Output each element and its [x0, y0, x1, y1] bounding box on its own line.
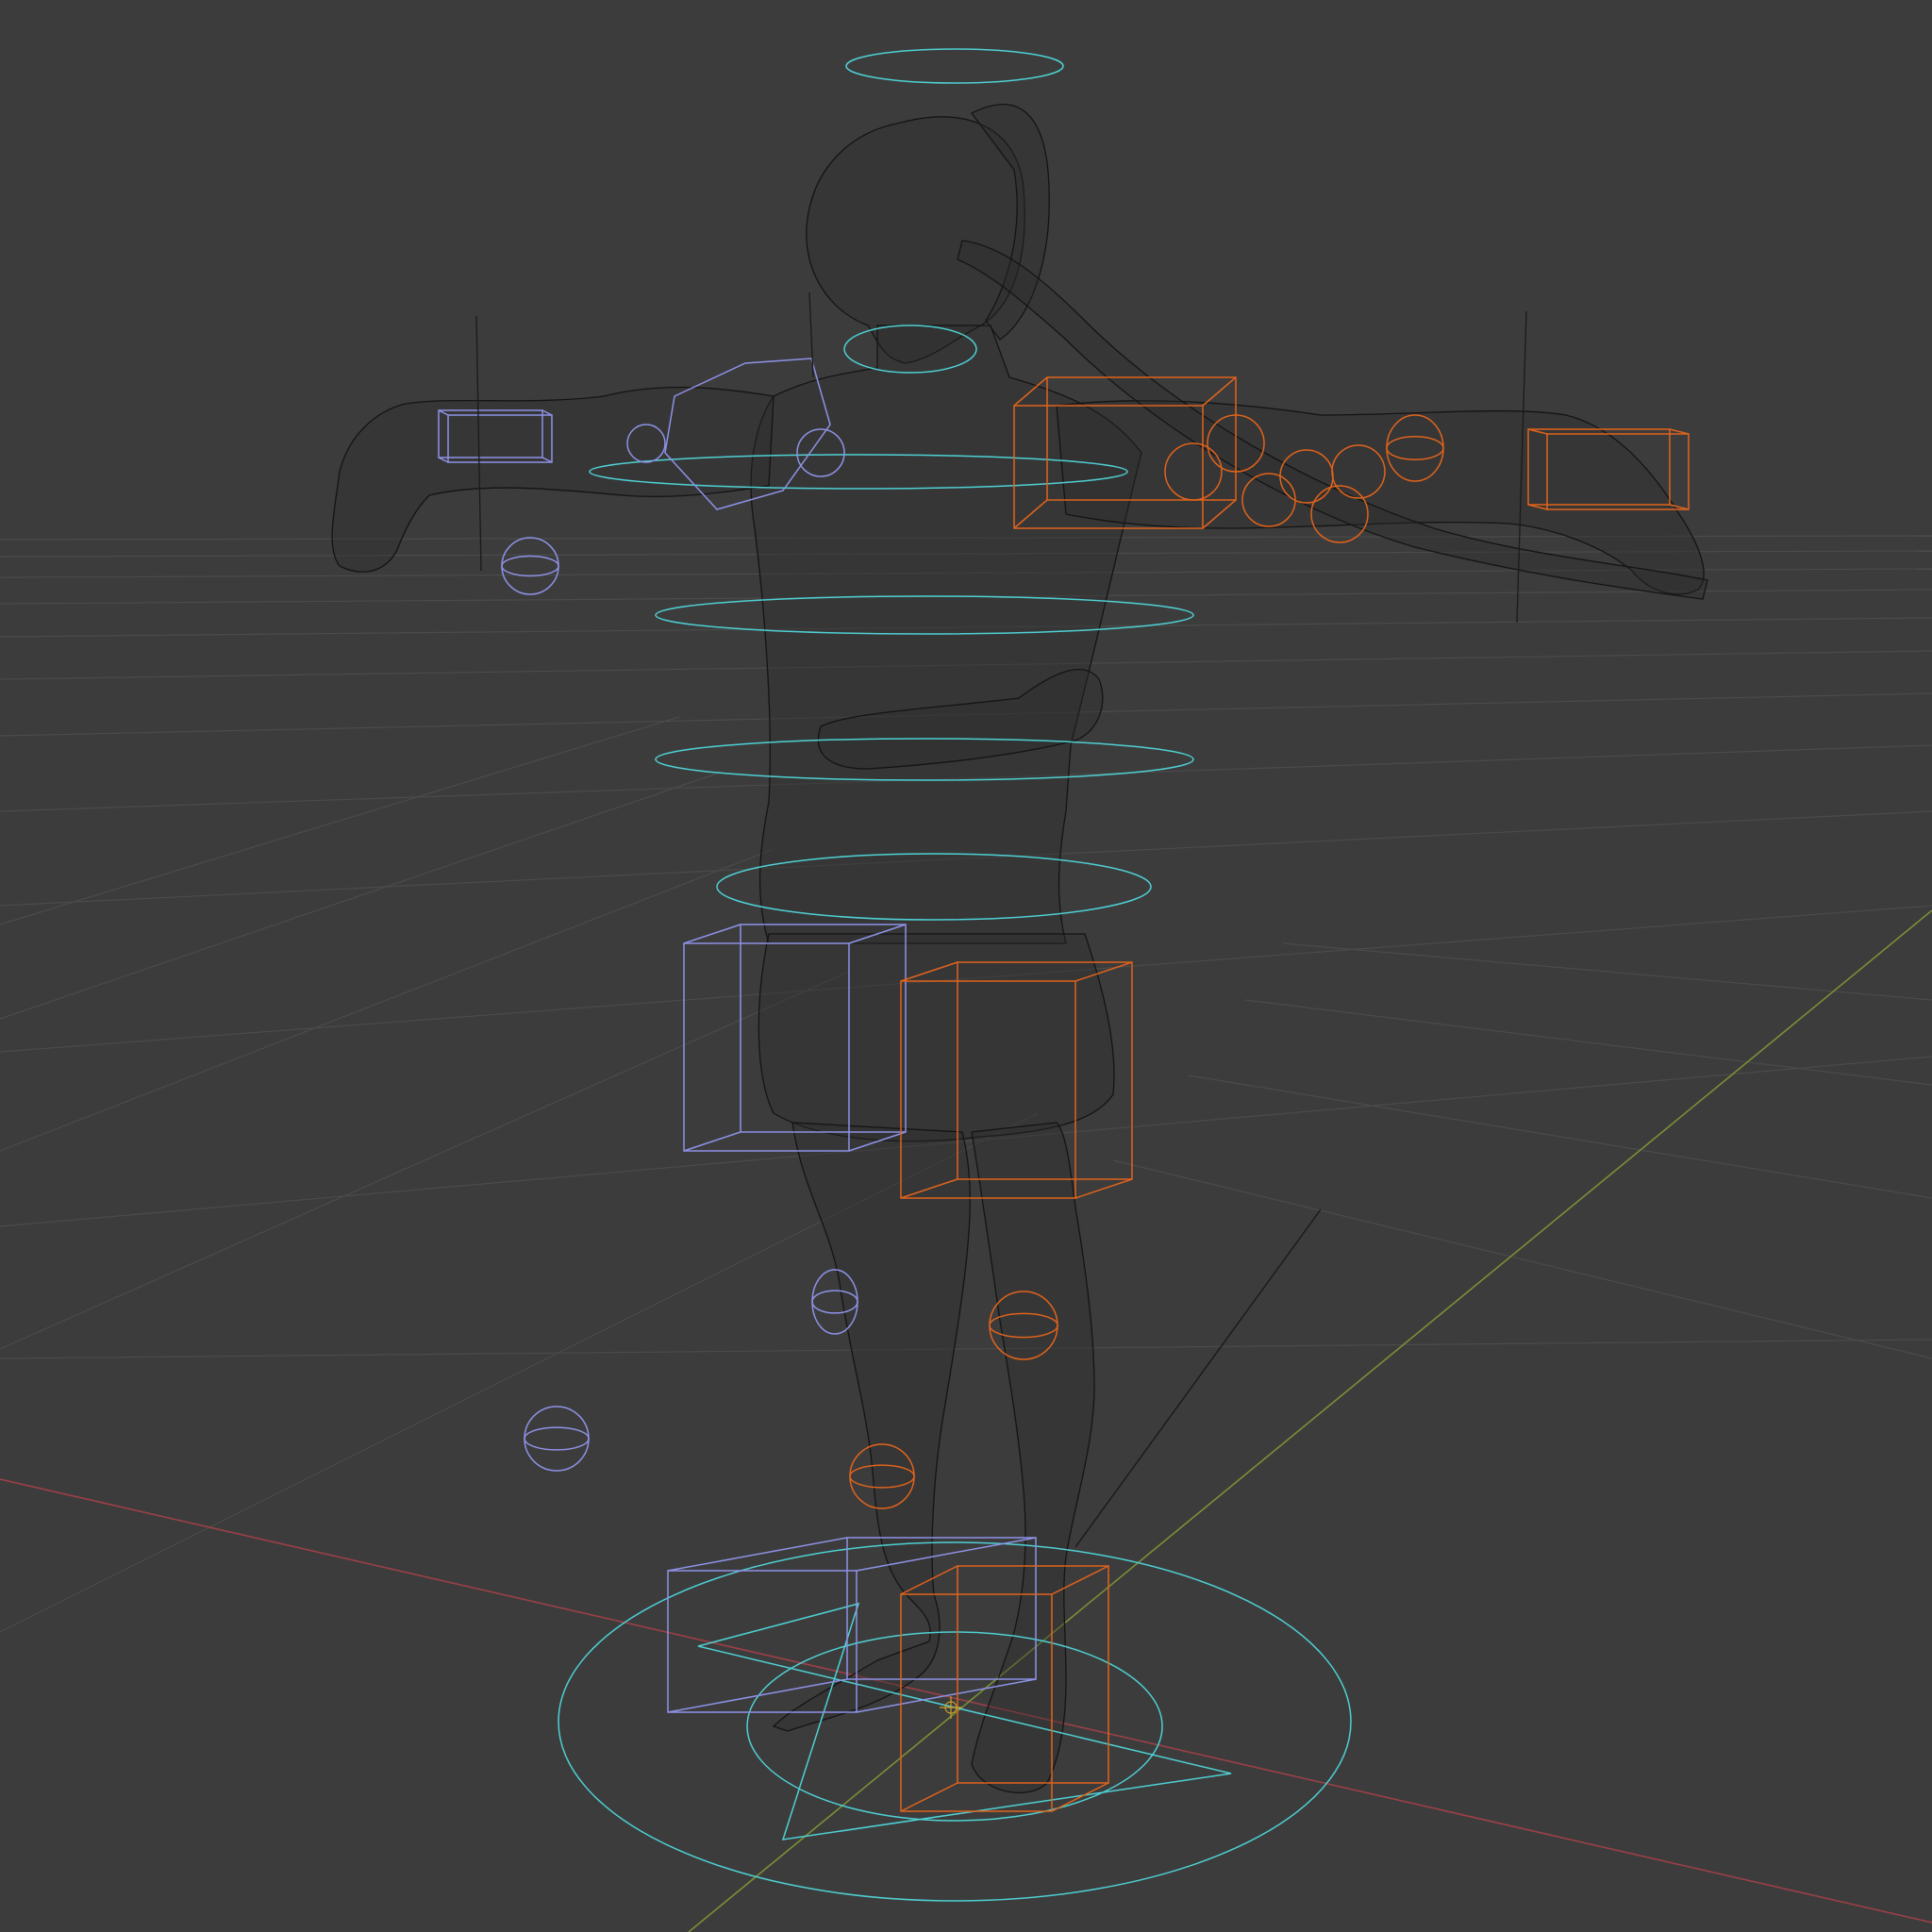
left-heel-pole-target[interactable] — [524, 1406, 590, 1472]
3d-viewport[interactable] — [0, 0, 1932, 1932]
view-z-line — [1074, 1208, 1322, 1548]
scene-canvas[interactable] — [0, 0, 1932, 1932]
x-axis-line — [0, 1478, 1932, 1924]
grid-line — [1188, 1074, 1932, 1199]
character-mesh[interactable] — [331, 104, 1708, 1794]
bone-line — [808, 291, 814, 378]
grid-line — [1282, 942, 1932, 1001]
grid-line — [0, 1339, 1932, 1359]
grid-line — [1244, 999, 1932, 1086]
right-leg-mesh[interactable] — [971, 1122, 1095, 1794]
grid-line — [0, 773, 718, 1020]
head-circle-control[interactable] — [845, 48, 1064, 84]
left-elbow-pole-target[interactable] — [501, 537, 559, 595]
root-circle-control[interactable] — [558, 1541, 1352, 1902]
grid-line — [0, 848, 774, 1152]
left-arm-mesh[interactable] — [331, 386, 774, 573]
skirt-mesh[interactable] — [758, 933, 1115, 1142]
grid-line — [1112, 1159, 1932, 1359]
grid-line — [0, 971, 850, 1350]
